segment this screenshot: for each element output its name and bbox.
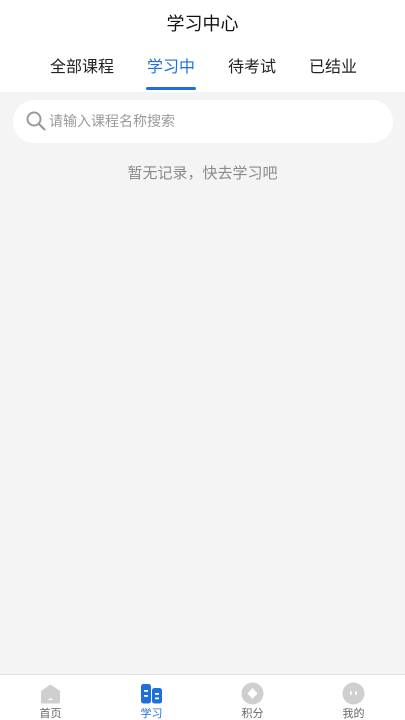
- nav-item-study[interactable]: 学习: [101, 675, 202, 720]
- search-bar[interactable]: [13, 100, 393, 143]
- nav-item-home[interactable]: 首页: [0, 675, 101, 720]
- tab-pending-exam[interactable]: 待考试: [227, 52, 277, 92]
- bottom-nav: 首页 学习 积分 我的: [0, 674, 405, 720]
- app-header: 学习中心 全部课程 学习中 待考试 已结业: [0, 0, 405, 92]
- tab-bar: 全部课程 学习中 待考试 已结业: [0, 52, 405, 92]
- tab-all-courses[interactable]: 全部课程: [49, 52, 115, 92]
- nav-item-profile[interactable]: 我的: [303, 675, 404, 720]
- tab-completed[interactable]: 已结业: [308, 52, 358, 92]
- search-input[interactable]: [49, 100, 379, 143]
- profile-icon: [342, 682, 365, 705]
- active-tab-indicator: [146, 87, 196, 90]
- tab-label: 全部课程: [49, 57, 114, 76]
- nav-label: 积分: [241, 707, 264, 720]
- nav-label: 我的: [342, 707, 365, 720]
- search-icon: [26, 111, 46, 131]
- nav-label: 学习: [140, 707, 163, 720]
- nav-item-points[interactable]: 积分: [202, 675, 303, 720]
- nav-label: 首页: [39, 707, 62, 720]
- page-title: 学习中心: [166, 14, 239, 35]
- empty-state-message: 暂无记录，快去学习吧: [127, 164, 278, 182]
- tab-label: 学习中: [146, 57, 195, 76]
- tab-label: 已结业: [308, 57, 357, 76]
- home-icon: [41, 684, 60, 704]
- points-icon: [241, 682, 264, 705]
- study-icon: [141, 684, 162, 704]
- tab-label: 待考试: [227, 57, 276, 76]
- tab-in-progress[interactable]: 学习中: [146, 52, 196, 92]
